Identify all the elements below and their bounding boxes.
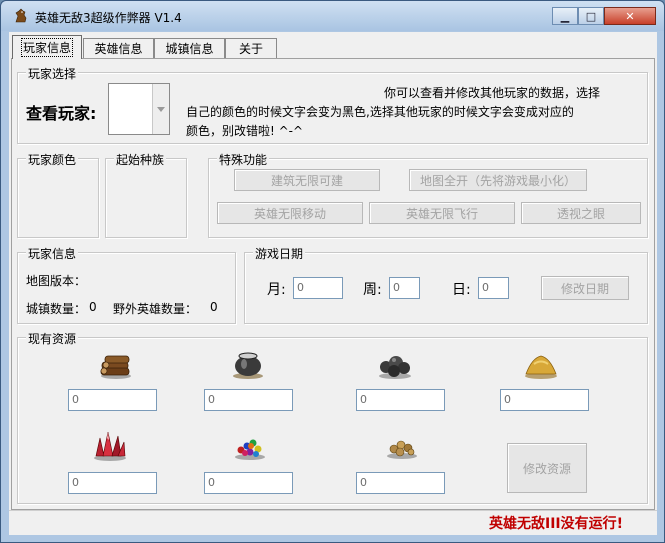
gold-input[interactable]: 0 <box>356 472 445 494</box>
description-line-3: 颜色，别改错啦! ^-^ <box>186 124 304 138</box>
build-unlimited-button[interactable]: 建筑无限可建 <box>234 169 380 191</box>
month-input[interactable]: 0 <box>293 277 343 299</box>
hero-unlimited-fly-button[interactable]: 英雄无限飞行 <box>369 202 515 224</box>
gems-icon <box>235 439 265 460</box>
group-label: 玩家选择 <box>26 65 79 82</box>
crystal-input[interactable]: 0 <box>68 472 157 494</box>
player-select-group: 玩家选择 查看玩家: 你可以查看并修改其他玩家的数据，选择 自己的颜色的时候文字… <box>17 65 648 144</box>
wild-hero-count-value: 0 <box>210 300 218 314</box>
group-label: 玩家信息 <box>26 245 79 262</box>
description-line-2: 自己的颜色的时候文字会变为黑色,选择其他玩家的时候文字会变成对应的 <box>186 105 574 119</box>
tab-label: 城镇信息 <box>165 42 214 56</box>
minimize-icon: ▁ <box>560 9 570 23</box>
town-count-label: 城镇数量： <box>26 302 87 316</box>
wood-icon <box>100 355 131 379</box>
player-select-dropdown[interactable] <box>108 83 170 135</box>
game-date-group: 游戏日期 月: 0 周: 0 日: 0 修改日期 <box>244 245 648 324</box>
close-icon: ✕ <box>625 9 635 23</box>
week-label: 周: <box>363 282 382 298</box>
crystal-icon <box>94 431 126 461</box>
tab-town-info[interactable]: 城镇信息 <box>154 38 225 58</box>
tab-hero-info[interactable]: 英雄信息 <box>83 38 154 58</box>
tab-label: 关于 <box>238 42 263 56</box>
modify-resources-button[interactable]: 修改资源 <box>507 443 587 493</box>
mercury-icon <box>233 352 263 379</box>
map-version-label: 地图版本： <box>26 274 87 288</box>
perspective-eye-button[interactable]: 透视之眼 <box>521 202 641 224</box>
game-status-text: 英雄无敌III没有运行! <box>488 516 623 532</box>
day-label: 日: <box>452 282 471 298</box>
sulfur-input[interactable]: 0 <box>500 389 589 411</box>
day-input[interactable]: 0 <box>478 277 509 299</box>
gems-input[interactable]: 0 <box>204 472 293 494</box>
tab-player-info[interactable]: 玩家信息 <box>12 35 82 59</box>
group-label: 现有资源 <box>26 330 79 347</box>
title-bar[interactable]: 英雄无敌3超级作弊器 V1.4 ▁ □ ✕ <box>1 1 664 31</box>
app-window: 英雄无敌3超级作弊器 V1.4 ▁ □ ✕ 玩家信息 英雄信息 城镇信息 关于 … <box>0 0 665 543</box>
resources-group: 现有资源 0 0 0 0 0 0 0 修改资源 <box>17 330 648 504</box>
gold-icon <box>387 440 417 459</box>
close-button[interactable]: ✕ <box>604 7 656 25</box>
group-label: 特殊功能 <box>217 151 270 168</box>
town-count-value: 0 <box>89 300 97 314</box>
ore-icon <box>379 356 411 379</box>
month-label: 月: <box>267 282 286 298</box>
wild-hero-count-label: 野外英雄数量： <box>113 302 198 316</box>
view-player-label: 查看玩家: <box>26 104 97 123</box>
chevron-down-icon <box>157 106 165 112</box>
mercury-input[interactable]: 0 <box>204 389 293 411</box>
window-title: 英雄无敌3超级作弊器 V1.4 <box>35 11 182 25</box>
ore-input[interactable]: 0 <box>356 389 445 411</box>
client-area: 玩家信息 英雄信息 城镇信息 关于 玩家选择 查看玩家: 你可以查看并修改其他玩… <box>9 32 657 535</box>
tab-about[interactable]: 关于 <box>225 38 277 58</box>
tab-label: 玩家信息 <box>20 38 74 57</box>
tab-page-player-info: 玩家选择 查看玩家: 你可以查看并修改其他玩家的数据，选择 自己的颜色的时候文字… <box>11 58 655 510</box>
status-bar: 英雄无敌III没有运行! <box>9 510 657 535</box>
description-line-1: 你可以查看并修改其他玩家的数据，选择 <box>384 86 601 100</box>
group-label: 游戏日期 <box>253 245 306 262</box>
week-input[interactable]: 0 <box>389 277 420 299</box>
hero-unlimited-move-button[interactable]: 英雄无限移动 <box>217 202 363 224</box>
dropdown-arrow-button[interactable] <box>152 84 169 134</box>
minimize-button[interactable]: ▁ <box>552 7 578 25</box>
player-info-group: 玩家信息 地图版本： 城镇数量： 0 野外英雄数量： 0 <box>17 245 236 324</box>
sulfur-icon <box>525 355 557 379</box>
modify-date-button[interactable]: 修改日期 <box>541 276 629 300</box>
tab-label: 英雄信息 <box>94 42 143 56</box>
group-label: 起始种族 <box>114 151 167 168</box>
maximize-button[interactable]: □ <box>578 7 604 25</box>
special-functions-group: 特殊功能 建筑无限可建 地图全开（先将游戏最小化） 英雄无限移动 英雄无限飞行 … <box>208 151 648 238</box>
map-reveal-button[interactable]: 地图全开（先将游戏最小化） <box>409 169 587 191</box>
maximize-icon: □ <box>585 9 597 23</box>
horse-app-icon <box>15 8 27 23</box>
wood-input[interactable]: 0 <box>68 389 157 411</box>
player-color-group: 玩家颜色 <box>17 151 99 238</box>
group-label: 玩家颜色 <box>26 151 79 168</box>
start-race-group: 起始种族 <box>105 151 187 238</box>
